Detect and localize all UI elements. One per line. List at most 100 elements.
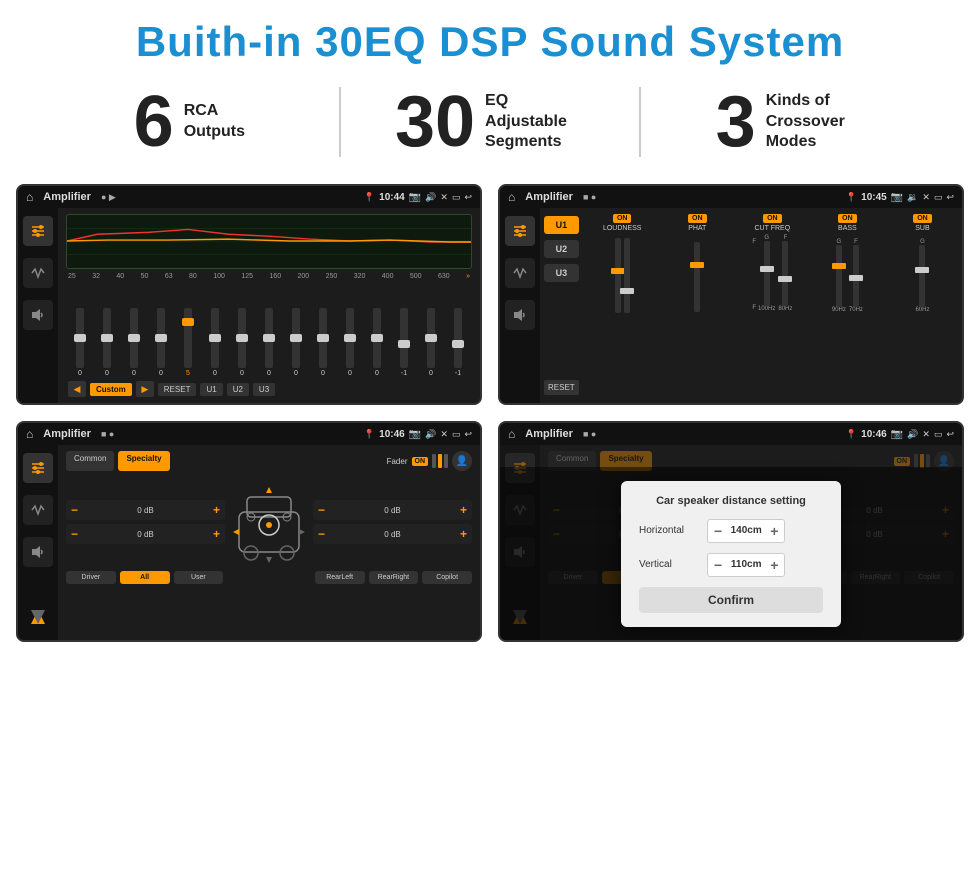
u1-btn[interactable]: U1 bbox=[544, 216, 579, 234]
spk-fl-plus[interactable]: + bbox=[213, 503, 220, 517]
close-icon-3[interactable]: ✕ bbox=[440, 429, 448, 440]
spk-fr-minus[interactable]: − bbox=[318, 503, 325, 517]
back-icon-4[interactable]: ↩ bbox=[946, 429, 954, 440]
vertical-minus[interactable]: − bbox=[714, 557, 722, 573]
cutfreq-on[interactable]: ON bbox=[763, 214, 782, 223]
spk-rr-minus[interactable]: − bbox=[318, 527, 325, 541]
eq-slider-2[interactable]: 0 bbox=[122, 308, 146, 377]
vertical-plus[interactable]: + bbox=[770, 557, 778, 573]
phat-slider[interactable] bbox=[694, 242, 700, 312]
confirm-button[interactable]: Confirm bbox=[639, 587, 823, 613]
expand-btn-3[interactable] bbox=[28, 607, 48, 632]
tab-common[interactable]: Common bbox=[66, 451, 114, 471]
loudness-slider-l[interactable] bbox=[615, 238, 621, 313]
phat-on[interactable]: ON bbox=[688, 214, 707, 223]
eq-u3-btn[interactable]: U3 bbox=[253, 383, 275, 396]
loudness-on[interactable]: ON bbox=[613, 214, 632, 223]
dialog-title: Car speaker distance setting bbox=[639, 495, 823, 507]
rearright-btn[interactable]: RearRight bbox=[369, 571, 419, 584]
home-icon[interactable]: ⌂ bbox=[26, 190, 33, 204]
home-icon-4[interactable]: ⌂ bbox=[508, 427, 515, 441]
eq-custom-btn[interactable]: Custom bbox=[90, 383, 132, 396]
eq-slider-3[interactable]: 0 bbox=[149, 308, 173, 377]
wave-sidebar-btn[interactable] bbox=[23, 258, 53, 288]
u2-btn[interactable]: U2 bbox=[544, 240, 579, 258]
home-icon-3[interactable]: ⌂ bbox=[26, 427, 33, 441]
eq-slider-10[interactable]: 0 bbox=[338, 308, 362, 377]
back-icon-3[interactable]: ↩ bbox=[464, 429, 472, 440]
eq-slider-5[interactable]: 0 bbox=[203, 308, 227, 377]
status-icons-1: 📍 10:44 📷 🔊 ✕ ▭ ↩ bbox=[364, 192, 472, 203]
back-icon-2[interactable]: ↩ bbox=[946, 192, 954, 203]
screen-eq: ⌂ Amplifier ● ▶ 📍 10:44 📷 🔊 ✕ ▭ ↩ bbox=[16, 184, 482, 405]
reset-btn-cross[interactable]: RESET bbox=[544, 380, 579, 395]
eq-btn-3[interactable] bbox=[23, 453, 53, 483]
u3-btn[interactable]: U3 bbox=[544, 264, 579, 282]
tab-specialty[interactable]: Specialty bbox=[118, 451, 169, 471]
eq-slider-6[interactable]: 0 bbox=[230, 308, 254, 377]
eq-slider-8[interactable]: 0 bbox=[284, 308, 308, 377]
horizontal-minus[interactable]: − bbox=[714, 523, 722, 539]
bass-on[interactable]: ON bbox=[838, 214, 857, 223]
rearleft-btn[interactable]: RearLeft bbox=[315, 571, 365, 584]
speaker-btn-2[interactable] bbox=[505, 300, 535, 330]
all-btn[interactable]: All bbox=[120, 571, 170, 584]
eq-slider-12[interactable]: -1 bbox=[392, 308, 416, 377]
user-btn[interactable]: User bbox=[174, 571, 224, 584]
bass-control: ON BASS G 90Hz F bbox=[812, 214, 883, 397]
fader-bar-1 bbox=[432, 454, 436, 468]
stat-eq: 30 EQ Adjustable Segments bbox=[361, 86, 620, 158]
home-icon-2[interactable]: ⌂ bbox=[508, 190, 515, 204]
spk-front-left: − 0 dB + bbox=[66, 500, 225, 520]
close-icon-2[interactable]: ✕ bbox=[922, 192, 930, 203]
eq-slider-11[interactable]: 0 bbox=[365, 308, 389, 377]
wave-btn-2[interactable] bbox=[505, 258, 535, 288]
eq-slider-4[interactable]: 5 bbox=[176, 308, 200, 377]
close-icon-4[interactable]: ✕ bbox=[922, 429, 930, 440]
cutfreq-slider-g[interactable] bbox=[764, 241, 770, 306]
copilot-btn[interactable]: Copilot bbox=[422, 571, 472, 584]
driver-btn[interactable]: Driver bbox=[66, 571, 116, 584]
sub-on[interactable]: ON bbox=[913, 214, 932, 223]
loudness-slider-r[interactable] bbox=[624, 238, 630, 313]
spk-rl-minus[interactable]: − bbox=[71, 527, 78, 541]
eq-btn-2[interactable] bbox=[505, 216, 535, 246]
eq-sidebar-btn[interactable] bbox=[23, 216, 53, 246]
crossover-main: U1 U2 U3 RESET ON LOUDNESS bbox=[540, 208, 962, 403]
eq-main: 25 32 40 50 63 80 100 125 160 200 250 32… bbox=[58, 208, 480, 403]
close-icon[interactable]: ✕ bbox=[440, 192, 448, 203]
page-header: Buith-in 30EQ DSP Sound System bbox=[0, 0, 980, 76]
wave-btn-3[interactable] bbox=[23, 495, 53, 525]
eq-u2-btn[interactable]: U2 bbox=[227, 383, 249, 396]
sub-slider-g[interactable] bbox=[919, 245, 925, 307]
bass-slider-f[interactable] bbox=[853, 245, 859, 307]
eq-slider-14[interactable]: -1 bbox=[446, 308, 470, 377]
profile-icon[interactable]: 👤 bbox=[452, 451, 472, 471]
window-icon-4: ▭ bbox=[934, 429, 943, 440]
spk-rear-right: − 0 dB + bbox=[313, 524, 472, 544]
fader-on-badge[interactable]: ON bbox=[412, 457, 429, 466]
eq-prev-btn[interactable]: ◀ bbox=[68, 381, 86, 397]
record-icon-4: ■ ● bbox=[583, 429, 596, 439]
eq-slider-7[interactable]: 0 bbox=[257, 308, 281, 377]
eq-u1-btn[interactable]: U1 bbox=[200, 383, 222, 396]
eq-next-btn[interactable]: ▶ bbox=[136, 381, 154, 397]
screen1-content: 25 32 40 50 63 80 100 125 160 200 250 32… bbox=[18, 208, 480, 403]
spk-rl-plus[interactable]: + bbox=[213, 527, 220, 541]
speaker-sidebar-btn[interactable] bbox=[23, 300, 53, 330]
spk-fl-minus[interactable]: − bbox=[71, 503, 78, 517]
spk-fr-plus[interactable]: + bbox=[460, 503, 467, 517]
back-icon[interactable]: ↩ bbox=[464, 192, 472, 203]
eq-reset-btn[interactable]: RESET bbox=[158, 383, 197, 396]
bass-slider-g[interactable] bbox=[836, 245, 842, 307]
horizontal-plus[interactable]: + bbox=[770, 523, 778, 539]
eq-slider-13[interactable]: 0 bbox=[419, 308, 443, 377]
window-icon-3: ▭ bbox=[452, 429, 461, 440]
eq-slider-9[interactable]: 0 bbox=[311, 308, 335, 377]
dialog-horizontal-row: Horizontal − 140cm + bbox=[639, 519, 823, 543]
spk-rr-plus[interactable]: + bbox=[460, 527, 467, 541]
speaker-btn-3[interactable] bbox=[23, 537, 53, 567]
cutfreq-slider-f[interactable] bbox=[782, 241, 788, 306]
eq-slider-0[interactable]: 0 bbox=[68, 308, 92, 377]
eq-slider-1[interactable]: 0 bbox=[95, 308, 119, 377]
